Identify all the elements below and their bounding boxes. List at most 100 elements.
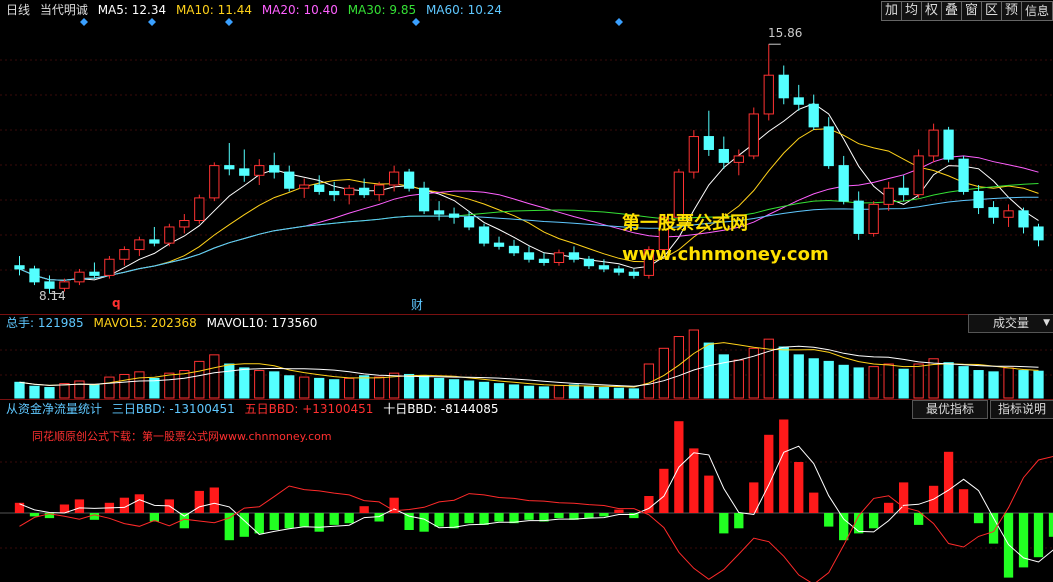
candle-down <box>568 252 580 260</box>
candle-down <box>973 190 984 209</box>
volume-bar <box>74 380 85 399</box>
bbd-bar-negative <box>584 513 594 519</box>
volume-bar <box>239 367 250 399</box>
candle-down <box>838 165 849 202</box>
candle-up <box>1003 210 1014 218</box>
candle-down <box>583 258 595 267</box>
bbd-bar-positive <box>794 462 804 513</box>
volume-bar <box>523 385 535 399</box>
bbd-bar-negative <box>344 513 354 524</box>
candle-up <box>209 165 220 199</box>
volume-bar <box>359 375 370 399</box>
volume-bar <box>119 373 130 399</box>
bbd-bar-negative <box>1033 513 1044 558</box>
candle-up <box>388 171 400 186</box>
bbd-bar-negative <box>269 513 279 530</box>
bbd-bar-positive <box>958 489 969 513</box>
candle-up <box>299 184 310 189</box>
watermark-url: www.chnmoney.com <box>622 244 829 265</box>
volume-bar <box>448 379 460 399</box>
volume-bar <box>209 354 220 399</box>
volume-bar <box>314 377 325 399</box>
candle-down <box>958 158 969 192</box>
volume-bar <box>778 346 789 399</box>
candle-down <box>988 207 999 218</box>
bbd-bar-negative <box>479 513 489 525</box>
candle-down <box>508 245 520 254</box>
mavol10-label: MAVOL10: 173560 <box>206 316 318 330</box>
candle-up <box>344 187 355 196</box>
flow-title: 从资金净流量统计 <box>6 402 103 416</box>
bbd-bar-negative <box>224 513 234 541</box>
volume-bar <box>583 385 595 399</box>
bbd-bar-negative <box>89 513 100 520</box>
candle-down <box>703 136 714 150</box>
bbd-bar-negative <box>464 513 474 524</box>
finance-marker[interactable]: 财 <box>411 296 423 313</box>
volume-bar <box>164 372 175 399</box>
volume-bar <box>553 385 565 399</box>
volume-bar <box>973 370 984 399</box>
bbd-bar-positive <box>884 502 894 513</box>
candle-up <box>748 113 759 157</box>
best-indicator-button[interactable]: 最优指标 <box>912 400 988 419</box>
bbd-bar-negative <box>1048 513 1053 537</box>
candle-up <box>164 226 175 244</box>
bbd-bar-negative <box>254 513 264 534</box>
bbd-bar-negative <box>629 513 639 519</box>
candle-down <box>718 148 729 163</box>
candle-down <box>823 126 834 167</box>
volume-legend: 总手: 121985 MAVOL5: 202368 MAVOL10: 17356… <box>6 315 323 331</box>
candle-up <box>59 281 70 289</box>
candle-down <box>433 210 445 215</box>
bbd-bar-positive <box>359 506 369 513</box>
candle-down <box>523 252 535 260</box>
volume-bar <box>44 387 55 399</box>
volume-bar <box>493 383 505 399</box>
event-marker-icon <box>412 18 420 26</box>
bbd-bar-positive <box>209 487 219 513</box>
volume-bar <box>1003 367 1014 399</box>
candle-down <box>898 187 909 196</box>
volume-bar <box>958 366 969 399</box>
event-marker-icon <box>225 18 233 26</box>
high-price-label: 15.86 <box>768 26 803 40</box>
indicator-explain-button[interactable]: 指标说明 <box>990 400 1053 419</box>
volume-bar <box>463 380 475 399</box>
bbd-bar-negative <box>913 513 924 525</box>
volume-bar <box>868 366 879 399</box>
volume-bar <box>538 386 550 399</box>
bbd-bar-negative <box>419 513 429 532</box>
stock-chart[interactable] <box>0 0 1053 582</box>
candle-up <box>254 165 265 176</box>
candle-down <box>538 258 550 263</box>
volume-bar <box>14 381 25 399</box>
bbd-bar-positive <box>644 496 654 513</box>
volume-bar <box>838 364 849 399</box>
bbd-bar-negative <box>284 513 294 529</box>
bbd-bar-negative <box>824 513 834 527</box>
candle-down <box>853 200 864 234</box>
candle-up <box>733 155 744 163</box>
volume-bar <box>224 363 235 399</box>
bbd-bar-negative <box>449 513 459 529</box>
candle-down <box>418 187 430 212</box>
candle-down <box>29 268 40 283</box>
volume-bar <box>134 371 145 399</box>
volume-bar <box>1033 370 1044 399</box>
candle-down <box>269 165 280 173</box>
candle-down <box>329 190 340 196</box>
volume-bar <box>613 387 625 399</box>
bbd-bar-negative <box>329 513 339 525</box>
bbd-bar-negative <box>314 513 324 532</box>
volume-selector[interactable]: 成交量 ▼ <box>968 314 1053 333</box>
candle-down <box>448 213 460 218</box>
candle-down <box>598 265 610 270</box>
candle-down <box>778 74 789 99</box>
volume-bar <box>718 354 729 399</box>
bbd-bar-positive <box>134 494 145 513</box>
volume-bar <box>89 384 100 399</box>
volume-bar <box>299 376 310 399</box>
volume-bar <box>568 384 580 399</box>
volume-bar <box>703 342 714 399</box>
